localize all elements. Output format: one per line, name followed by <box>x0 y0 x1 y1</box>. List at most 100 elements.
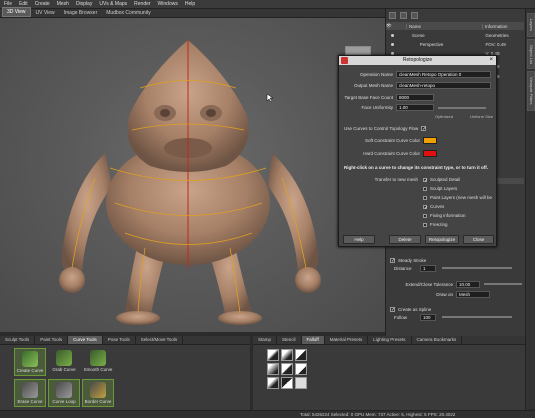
object-list-icon[interactable] <box>389 11 396 19</box>
close-button[interactable]: Close <box>463 235 494 244</box>
visibility-dot-icon[interactable] <box>391 42 394 46</box>
falloff-preset[interactable] <box>267 363 279 375</box>
menu-render[interactable]: Render <box>134 1 150 7</box>
follow-field[interactable]: 100 <box>420 313 436 321</box>
tolerance-slider[interactable] <box>484 283 522 285</box>
tab-lighting-presets[interactable]: Lighting Presets <box>368 336 412 344</box>
outliner-row[interactable]: Perspective FOV: 0.49 <box>386 40 524 48</box>
side-tab-strip: Layers Object List Viewport Filters <box>525 9 535 409</box>
transfer-curves[interactable]: ✓ Curves <box>423 203 444 210</box>
create-curve-tool[interactable]: Create Curve <box>14 348 46 376</box>
steady-stroke-checkbox[interactable]: ✓ <box>390 257 395 263</box>
grab-curve-tool[interactable]: Grab Curve <box>48 348 80 376</box>
falloff-preset[interactable] <box>281 349 293 361</box>
transfer-sculpted-detail[interactable]: ✓ Sculpted Detail <box>423 176 460 183</box>
tolerance-field[interactable]: 10.00 <box>456 280 480 288</box>
paint-layers-checkbox[interactable] <box>423 195 427 200</box>
sculpt-layers-checkbox[interactable] <box>423 186 427 191</box>
border-curve-tool[interactable]: Border Curve <box>82 379 114 407</box>
falloff-preset[interactable] <box>281 377 293 389</box>
help-button[interactable]: Help <box>343 235 375 244</box>
side-tab-object-list[interactable]: Object List <box>527 39 535 69</box>
soft-curve-color-swatch[interactable] <box>423 137 437 144</box>
tool-tabs: Sculpt Tools Paint Tools Curve Tools Pos… <box>0 336 250 344</box>
menu-mesh[interactable]: Mesh <box>57 1 69 7</box>
falloff-tray <box>253 344 525 410</box>
mudbox-icon <box>341 57 348 64</box>
transfer-sculpt-layers[interactable]: Sculpt Layers <box>423 185 457 192</box>
output-mesh-field[interactable]: cleanMesh-retopo <box>396 82 491 89</box>
grab-curve-icon <box>56 350 72 366</box>
curve-loop-icon <box>56 382 72 398</box>
transfer-freezing[interactable]: Freezing <box>423 221 448 228</box>
sculpt-model <box>59 40 321 325</box>
operation-name-field[interactable]: cleanMesh Retopo Operation 0 <box>396 71 491 78</box>
visibility-icon[interactable] <box>400 11 407 19</box>
falloff-preset[interactable] <box>267 349 279 361</box>
side-tab-layers[interactable]: Layers <box>527 13 535 37</box>
steady-stroke-row[interactable]: ✓ Steady Stroke <box>390 256 426 264</box>
sculpted-detail-checkbox[interactable]: ✓ <box>423 177 428 183</box>
side-tab-viewport-filters[interactable]: Viewport Filters <box>527 71 535 111</box>
retopologize-button[interactable]: Retopologize <box>425 235 459 244</box>
menu-windows[interactable]: Windows <box>158 1 178 7</box>
curve-loop-tool[interactable]: Curve Loop <box>48 379 80 407</box>
use-curves-checkbox[interactable]: ✓ <box>421 126 426 132</box>
outliner-col-name[interactable]: Name <box>406 23 482 29</box>
target-face-field[interactable]: 8000 <box>396 94 434 101</box>
distance-slider[interactable] <box>442 267 512 269</box>
tab-material-presets[interactable]: Material Presets <box>325 336 369 344</box>
face-uniformity-field[interactable]: 1.00 <box>396 104 434 111</box>
tab-stamp[interactable]: Stamp <box>253 336 278 344</box>
follow-slider[interactable] <box>442 316 512 318</box>
falloff-preset[interactable] <box>295 377 307 389</box>
falloff-preset[interactable] <box>295 363 307 375</box>
outliner-row[interactable]: Scene Geometries <box>386 31 524 39</box>
dialog-title-bar[interactable]: Retopologize × <box>339 56 496 65</box>
transfer-fixing-information[interactable]: Fixing information <box>423 212 466 219</box>
menu-uvs-maps[interactable]: UVs & Maps <box>99 1 127 7</box>
tab-pose-tools[interactable]: Pose Tools <box>103 336 136 344</box>
close-icon[interactable]: × <box>489 56 493 65</box>
outliner-col-info[interactable]: Information <box>482 23 522 29</box>
tab-mudbox-community[interactable]: Mudbox Community <box>102 9 154 17</box>
tab-stencil[interactable]: Stencil <box>277 336 302 344</box>
lock-icon[interactable] <box>411 11 418 19</box>
tab-3d-view[interactable]: 3D View <box>2 7 31 17</box>
fixing-information-checkbox[interactable] <box>423 213 427 218</box>
distance-field[interactable]: 1 <box>420 264 436 272</box>
tab-camera-bookmarks[interactable]: Camera Bookmarks <box>412 336 463 344</box>
face-uniformity-slider[interactable] <box>438 106 486 109</box>
tab-uv-view[interactable]: UV View <box>32 9 59 17</box>
falloff-preset[interactable] <box>295 349 307 361</box>
delete-button[interactable]: Delete <box>389 235 421 244</box>
stamp-tabs: Stamp Stencil Falloff Material Presets L… <box>253 336 525 344</box>
tab-image-browser[interactable]: Image Browser <box>60 9 102 17</box>
hard-curve-color-swatch[interactable] <box>423 150 437 157</box>
tab-falloff[interactable]: Falloff <box>301 336 325 344</box>
freezing-checkbox[interactable] <box>423 222 427 227</box>
menu-help[interactable]: Help <box>185 1 195 7</box>
transfer-paint-layers[interactable]: Paint Layers (new mesh will be <box>423 194 492 201</box>
transfer-label-row: Transfer to new mesh <box>374 177 418 182</box>
falloff-preset[interactable] <box>267 377 279 389</box>
create-spline-row[interactable]: ✓ Create as Spline <box>390 305 431 313</box>
curves-checkbox[interactable]: ✓ <box>423 204 428 210</box>
tab-curve-tools[interactable]: Curve Tools <box>68 336 103 344</box>
smooth-curve-tool[interactable]: Smooth Curve <box>82 348 114 376</box>
erase-curve-tool[interactable]: Erase Curve <box>14 379 46 407</box>
visibility-dot-icon[interactable] <box>391 33 394 37</box>
soft-curve-row: Soft Constraint Curve Color <box>339 136 498 145</box>
tab-sculpt-tools[interactable]: Sculpt Tools <box>0 336 36 344</box>
tab-select-move-tools[interactable]: Select/Move Tools <box>136 336 184 344</box>
tab-paint-tools[interactable]: Paint Tools <box>35 336 69 344</box>
falloff-preset[interactable] <box>281 363 293 375</box>
create-spline-checkbox[interactable]: ✓ <box>390 306 395 312</box>
menu-create[interactable]: Create <box>35 1 50 7</box>
uniformity-range-labels: Optimized Uniform Size <box>434 114 493 119</box>
3d-viewport[interactable]: FRONT <box>0 18 385 332</box>
menu-display[interactable]: Display <box>76 1 92 7</box>
draw-on-select[interactable]: Mesh <box>456 290 490 298</box>
smooth-curve-icon <box>90 350 106 366</box>
distance-row: Distance 1 <box>390 264 512 272</box>
